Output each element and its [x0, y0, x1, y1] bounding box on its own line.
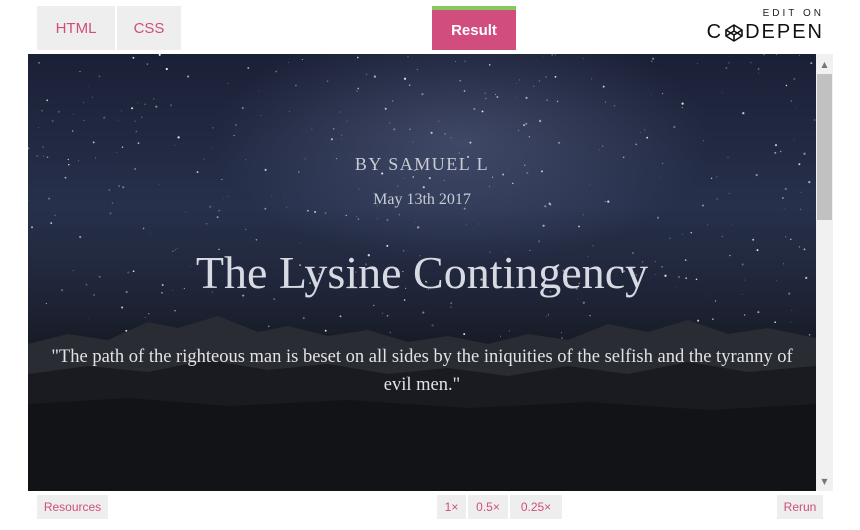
preview-scrollbar[interactable]: ▲ ▼: [816, 54, 833, 491]
zoom-0-5x-button[interactable]: 0.5×: [468, 495, 510, 519]
scroll-up-arrow-icon[interactable]: ▲: [816, 56, 833, 72]
tab-html[interactable]: HTML: [37, 6, 117, 50]
zoom-controls: 1× 0.5× 0.25×: [437, 495, 562, 519]
scroll-thumb[interactable]: [817, 74, 832, 220]
rerun-button[interactable]: Rerun: [777, 495, 823, 519]
edit-on-label: EDIT ON: [762, 8, 824, 19]
codepen-cube-icon: [725, 23, 743, 42]
tab-result[interactable]: Result: [432, 6, 516, 50]
codepen-word-right: DEPEN: [745, 21, 824, 43]
top-toolbar: HTML CSS Result EDIT ON C DEPEN: [0, 0, 860, 54]
article-title: The Lysine Contingency: [195, 247, 649, 298]
edit-on-codepen-link[interactable]: EDIT ON C DEPEN: [707, 8, 824, 44]
tab-css[interactable]: CSS: [117, 6, 181, 50]
codepen-word-left: C: [706, 21, 724, 43]
article-byline: BY SAMUEL L: [354, 154, 490, 174]
zoom-1x-button[interactable]: 1×: [437, 495, 468, 519]
codepen-logo: C DEPEN: [707, 21, 824, 44]
bottom-toolbar: Resources 1× 0.5× 0.25× Rerun: [0, 491, 860, 530]
resources-button[interactable]: Resources: [37, 495, 108, 519]
result-preview: BY SAMUEL L May 13th 2017 The Lysine Con…: [28, 54, 816, 491]
scroll-down-arrow-icon[interactable]: ▼: [816, 473, 833, 489]
editor-tabs: HTML CSS: [37, 6, 181, 50]
zoom-0-25x-button[interactable]: 0.25×: [510, 495, 562, 519]
article-quote: "The path of the righteous man is beset …: [51, 347, 793, 395]
article-date: May 13th 2017: [373, 191, 471, 208]
